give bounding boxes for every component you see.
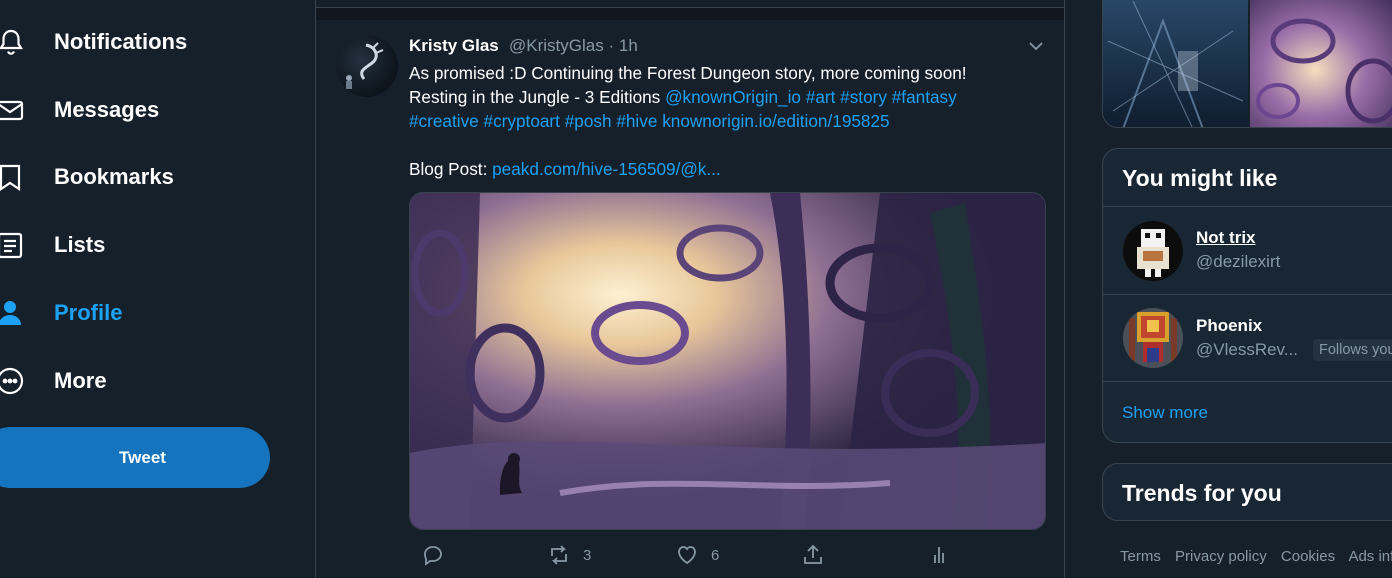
show-more-link[interactable]: Show more bbox=[1122, 403, 1208, 423]
share-icon bbox=[801, 543, 825, 567]
heart-icon bbox=[675, 543, 699, 567]
person-icon bbox=[0, 298, 26, 328]
divider bbox=[1103, 206, 1392, 207]
avatar[interactable] bbox=[336, 35, 398, 97]
analytics-button[interactable] bbox=[915, 540, 951, 570]
trends-card: Trends for you bbox=[1102, 463, 1392, 521]
avatar[interactable] bbox=[1123, 221, 1183, 281]
tweet-actions: 3 6 bbox=[409, 540, 1049, 570]
analytics-icon bbox=[927, 543, 951, 567]
retweet-count: 3 bbox=[583, 546, 592, 564]
like-count: 6 bbox=[711, 546, 720, 564]
tweet-text-segment: Resting in the Jungle - 3 Editions bbox=[409, 87, 666, 107]
hashtag-links[interactable]: #creative #cryptoart #posh #hive bbox=[409, 111, 657, 131]
tweet-text-line: Blog Post: peakd.com/hive-156509/@k... bbox=[409, 157, 1049, 181]
section-spacer bbox=[316, 8, 1064, 20]
reply-icon bbox=[421, 543, 445, 567]
retweet-icon bbox=[547, 543, 571, 567]
more-icon bbox=[0, 366, 26, 396]
timeline: Kristy Glas @KristyGlas · 1h As promised… bbox=[315, 0, 1065, 578]
right-sidebar: You might like Not trix @dezilexirt Phoe… bbox=[1100, 0, 1392, 578]
follows-you-badge: Follows you bbox=[1313, 339, 1392, 361]
left-navigation: Notifications Messages Bookmarks Lists P… bbox=[0, 0, 316, 578]
nav-label-notifications: Notifications bbox=[54, 29, 188, 54]
tweet-text-line: Resting in the Jungle - 3 Editions @know… bbox=[409, 85, 1049, 109]
who-to-follow-title: You might like bbox=[1122, 165, 1278, 191]
separator-dot: · bbox=[608, 36, 615, 55]
tweet-time[interactable]: 1h bbox=[619, 36, 638, 55]
tweet[interactable]: Kristy Glas @KristyGlas · 1h As promised… bbox=[316, 20, 1064, 578]
media-gallery[interactable] bbox=[1102, 0, 1392, 128]
share-button[interactable] bbox=[789, 540, 825, 570]
footer-link-privacy[interactable]: Privacy policy bbox=[1175, 548, 1267, 565]
suggested-user-name[interactable]: Not trix bbox=[1196, 228, 1256, 248]
tweet-author-meta: @KristyGlas · 1h bbox=[509, 36, 638, 56]
blog-link[interactable]: peakd.com/hive-156509/@k... bbox=[492, 159, 721, 179]
tweet-media-image[interactable] bbox=[409, 192, 1046, 530]
footer-link-ads-info[interactable]: Ads info bbox=[1348, 548, 1392, 565]
nav-label-messages: Messages bbox=[54, 97, 160, 122]
footer-link-cookies[interactable]: Cookies bbox=[1281, 548, 1335, 565]
nav-label-profile: Profile bbox=[54, 300, 123, 325]
tweet-button[interactable]: Tweet bbox=[0, 427, 270, 488]
retweet-button[interactable]: 3 bbox=[535, 540, 591, 570]
like-button[interactable]: 6 bbox=[663, 540, 719, 570]
envelope-icon bbox=[0, 95, 26, 125]
tweet-text-line: As promised :D Continuing the Forest Dun… bbox=[409, 63, 967, 83]
suggested-user-handle[interactable]: @dezilexirt bbox=[1196, 252, 1280, 272]
nav-label-bookmarks: Bookmarks bbox=[54, 164, 174, 189]
bookmark-icon bbox=[0, 162, 26, 192]
tweet-text: As promised :D Continuing the Forest Dun… bbox=[409, 61, 1049, 181]
trends-title: Trends for you bbox=[1122, 480, 1282, 506]
url-link[interactable]: knownorigin.io/edition/195825 bbox=[662, 111, 889, 131]
chevron-down-icon[interactable] bbox=[1026, 36, 1046, 56]
hashtag-links[interactable]: #art #story #fantasy bbox=[806, 87, 957, 107]
divider bbox=[1103, 294, 1392, 295]
tweet-author-handle[interactable]: @KristyGlas bbox=[509, 36, 604, 55]
reply-button[interactable] bbox=[409, 540, 457, 570]
suggested-user-name[interactable]: Phoenix bbox=[1196, 316, 1262, 336]
avatar[interactable] bbox=[1123, 308, 1183, 368]
tweet-text-line: #creative #cryptoart #posh #hive knownor… bbox=[409, 109, 1049, 133]
footer-links: Terms Privacy policy Cookies Ads info bbox=[1120, 548, 1392, 565]
list-icon bbox=[0, 230, 26, 260]
suggested-user-handle[interactable]: @VlessRev... bbox=[1196, 340, 1298, 360]
who-to-follow-card: You might like Not trix @dezilexirt Phoe… bbox=[1102, 148, 1392, 443]
bell-icon bbox=[0, 27, 26, 57]
tweet-author-name[interactable]: Kristy Glas bbox=[409, 36, 499, 56]
nav-label-lists: Lists bbox=[54, 232, 106, 257]
divider bbox=[1103, 381, 1392, 382]
mention-link[interactable]: @knownOrigin_io bbox=[665, 87, 801, 107]
nav-label-more: More bbox=[54, 368, 107, 393]
footer-link-terms[interactable]: Terms bbox=[1120, 548, 1161, 565]
blog-label: Blog Post: bbox=[409, 159, 493, 179]
